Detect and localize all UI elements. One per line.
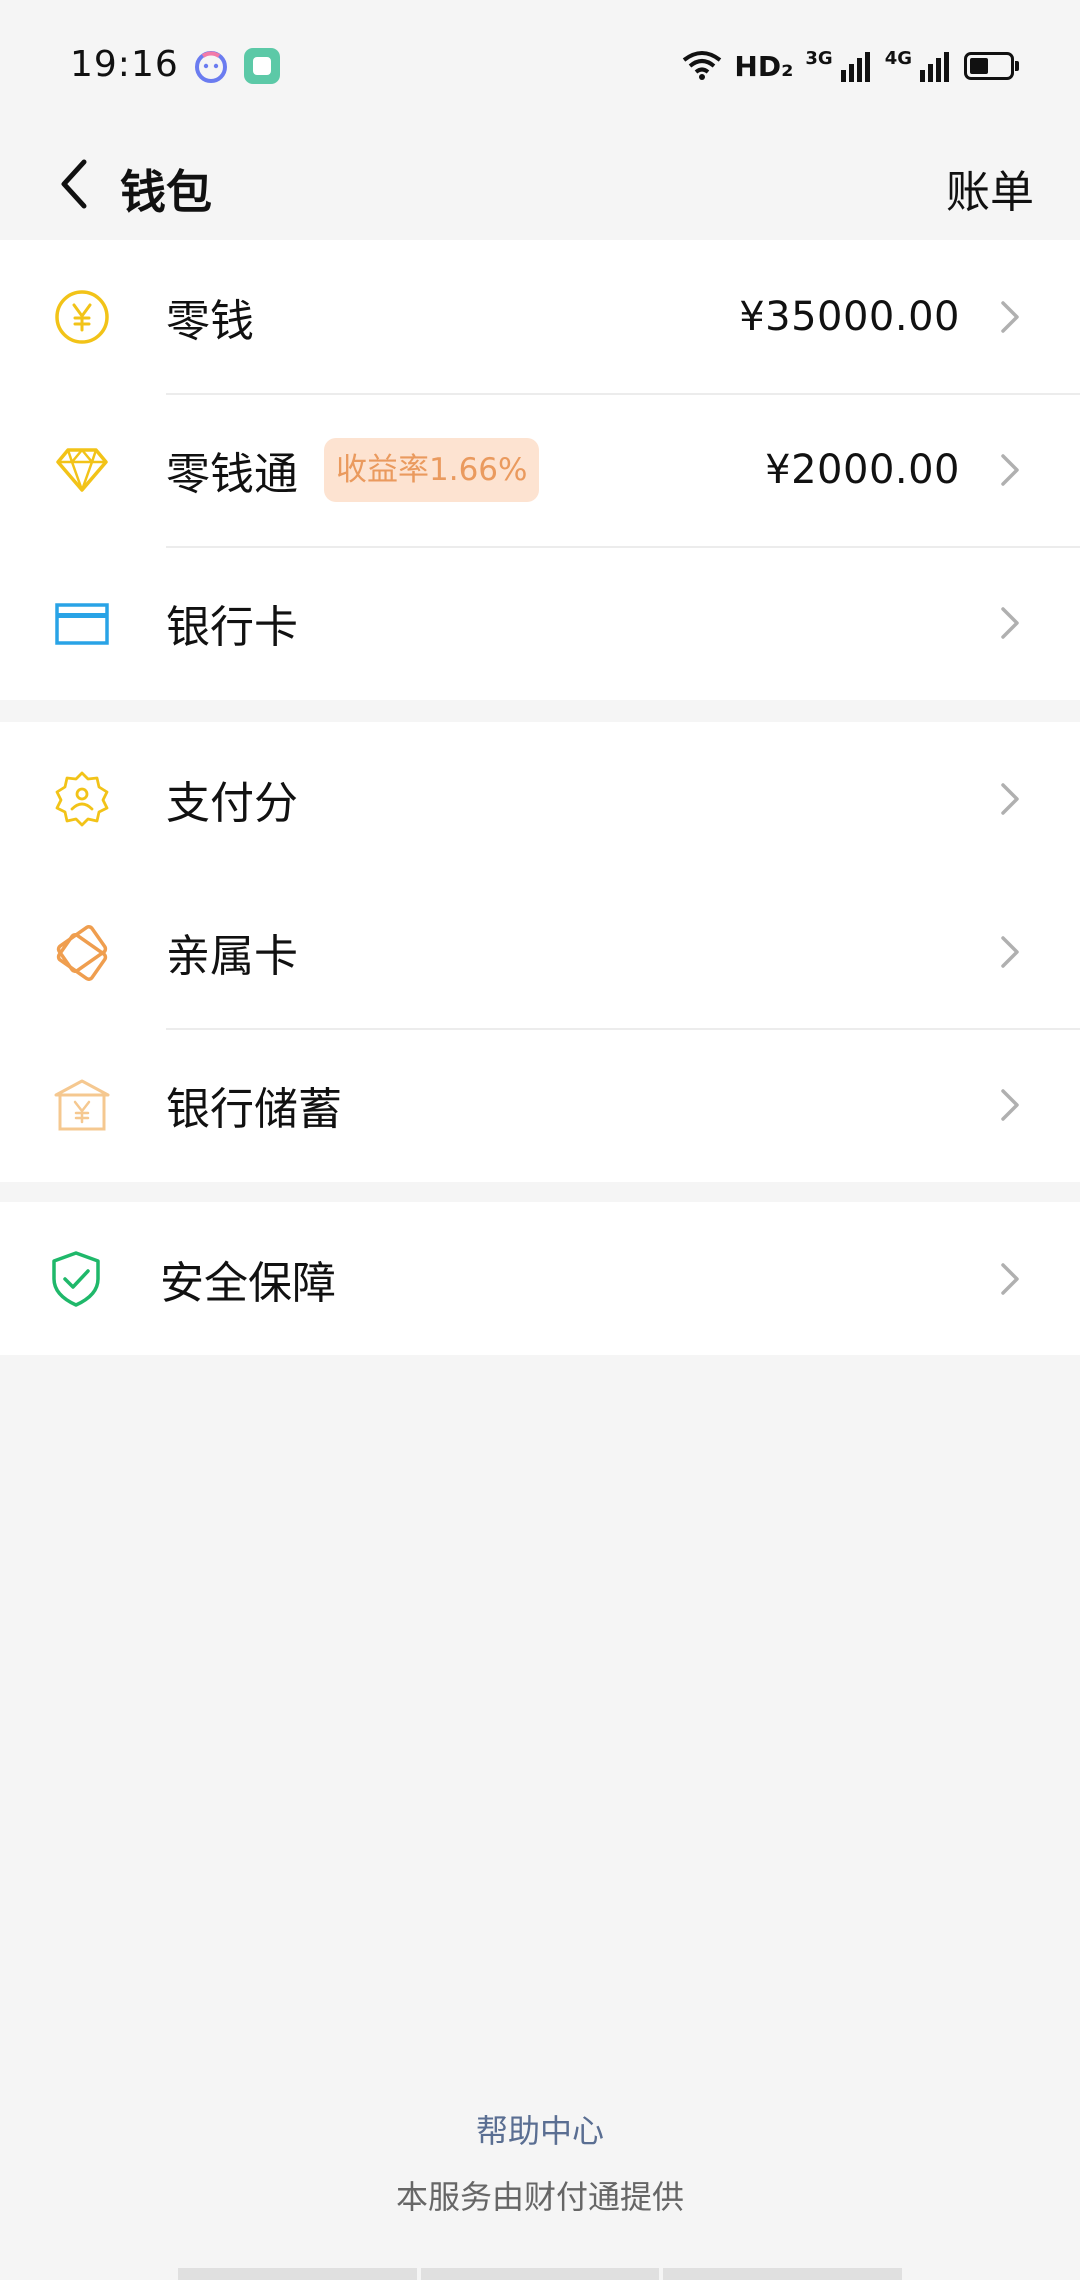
chevron-right-icon xyxy=(1001,1088,1019,1121)
back-arrow-icon[interactable] xyxy=(40,146,116,222)
network-3g-label: 3G xyxy=(805,47,833,69)
security-group: 安全保障 xyxy=(0,1202,1080,1355)
status-indicators: HD₂ 3G 4G xyxy=(682,46,1019,86)
top-app-bar: 钱包 账单 xyxy=(0,130,1080,240)
wallet-services-group: 支付分 亲属卡 银行储蓄 xyxy=(0,722,1080,1182)
family-card-label: 亲属卡 xyxy=(166,930,298,982)
change-plus-amount: ¥2000.00 xyxy=(765,446,960,493)
pay-score-row[interactable]: 支付分 xyxy=(0,722,1080,875)
change-row[interactable]: 零钱 ¥35000.00 xyxy=(0,240,1080,393)
chevron-right-icon xyxy=(1001,935,1019,968)
bill-button[interactable]: 账单 xyxy=(946,156,1034,220)
chevron-right-icon xyxy=(1001,300,1019,333)
security-shield-icon xyxy=(52,1250,100,1307)
change-plus-row[interactable]: 零钱通 收益率1.66% ¥2000.00 xyxy=(0,393,1080,546)
hd-indicator: HD₂ xyxy=(734,49,794,83)
credit-score-icon xyxy=(55,771,109,826)
network-4g-label: 4G xyxy=(884,47,912,69)
bank-card-icon xyxy=(55,602,109,645)
wifi-icon xyxy=(683,51,722,80)
yuan-coin-icon xyxy=(55,289,109,344)
status-time: 19:16 xyxy=(70,44,179,85)
bank-savings-icon xyxy=(54,1079,110,1130)
security-label: 安全保障 xyxy=(160,1257,336,1309)
battery-icon xyxy=(964,52,1019,80)
page-title: 钱包 xyxy=(120,165,212,219)
family-card-row[interactable]: 亲属卡 xyxy=(0,875,1080,1028)
chevron-right-icon xyxy=(1001,782,1019,815)
family-card-icon xyxy=(56,924,108,981)
diamond-icon xyxy=(56,447,108,492)
gesture-bar xyxy=(178,2268,903,2280)
bank-card-row[interactable]: 银行卡 xyxy=(0,546,1080,699)
chevron-right-icon xyxy=(1001,1262,1019,1295)
pay-score-label: 支付分 xyxy=(166,777,298,829)
bank-savings-label: 银行储蓄 xyxy=(166,1083,342,1135)
cloud-app-icon xyxy=(244,48,280,84)
change-label: 零钱 xyxy=(166,295,254,347)
wallet-main-group: 零钱 ¥35000.00 零钱通 收益率1.66% ¥2000.00 银行卡 xyxy=(0,240,1080,700)
bank-card-label: 银行卡 xyxy=(166,601,298,653)
signal-icon xyxy=(840,52,870,82)
chevron-right-icon xyxy=(1001,606,1019,639)
yield-rate-badge: 收益率1.66% xyxy=(324,437,540,502)
chevron-right-icon xyxy=(1001,453,1019,486)
change-amount: ¥35000.00 xyxy=(739,293,960,340)
change-plus-label: 零钱通 xyxy=(166,448,298,500)
bank-savings-row[interactable]: 银行储蓄 xyxy=(0,1028,1080,1181)
signal-icon xyxy=(920,52,949,82)
security-row[interactable]: 安全保障 xyxy=(0,1202,1080,1355)
help-center-link[interactable]: 帮助中心 xyxy=(0,2106,1080,2152)
provider-text: 本服务由财付通提供 xyxy=(395,2178,684,2216)
status-bar: 19:16 HD₂ 3G 4G xyxy=(0,0,1080,130)
chat-app-icon xyxy=(195,51,227,83)
